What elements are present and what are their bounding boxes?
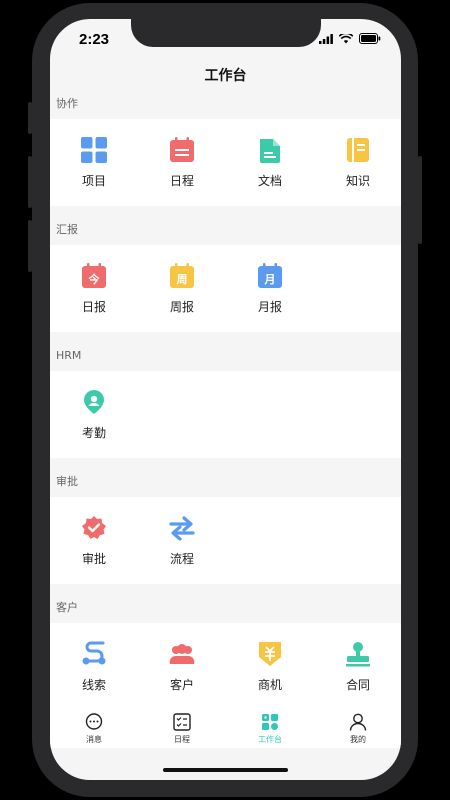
tab-workbench[interactable]: 工作台: [226, 708, 314, 748]
battery-icon: [359, 33, 381, 44]
svg-text:月: 月: [264, 273, 276, 286]
calendar-icon: [170, 137, 194, 162]
section-collaboration: 项目 日程 文档 知识: [50, 119, 401, 206]
approval-badge-icon: [82, 516, 106, 539]
grid-item-label: 线索: [81, 678, 106, 692]
message-icon: [85, 713, 103, 730]
grid-icon: [81, 137, 107, 163]
grid-item-label: 知识: [345, 174, 370, 188]
grid-item-label: 项目: [81, 174, 106, 188]
grid-item-label: 日报: [81, 300, 106, 314]
grid-item-label: 周报: [169, 300, 194, 314]
status-time: 2:23: [79, 31, 110, 48]
grid-item-label: 考勤: [81, 426, 106, 440]
grid-item-label: 文档: [257, 174, 282, 188]
grid-item-label: 客户: [169, 678, 194, 692]
tab-label: 我的: [350, 735, 366, 744]
workbench-icon: [262, 714, 278, 730]
grid-item-label: 流程: [169, 552, 194, 566]
leads-icon: [82, 641, 106, 665]
svg-text:今: 今: [88, 272, 101, 286]
grid-item-weekly-report[interactable]: 周 周报: [138, 245, 226, 332]
notch: [131, 19, 321, 47]
location-pin-icon: [84, 390, 104, 414]
section-hrm: 考勤: [50, 371, 401, 458]
section-header-approval: 审批: [56, 475, 78, 488]
grid-item-label: 审批: [81, 552, 106, 566]
daily-report-icon: 今: [82, 263, 106, 288]
mute-switch: [28, 102, 32, 134]
grid-item-knowledge[interactable]: 知识: [314, 119, 401, 206]
power-button: [418, 156, 422, 244]
document-icon: [260, 139, 280, 163]
svg-text:周: 周: [177, 273, 188, 286]
grid-item-label: 月报: [257, 300, 282, 314]
grid-item-label: 日程: [169, 174, 194, 188]
customers-icon: [169, 644, 195, 664]
grid-item-schedule[interactable]: 日程: [138, 119, 226, 206]
opportunity-icon: [259, 642, 281, 666]
checklist-icon: [173, 713, 191, 731]
notebook-icon: [347, 138, 369, 162]
grid-item-label: 商机: [257, 678, 282, 692]
stamp-icon: [346, 642, 370, 667]
tab-label: 消息: [86, 735, 102, 744]
grid-item-opportunity[interactable]: 商机: [226, 623, 314, 710]
section-header-reports: 汇报: [56, 223, 78, 236]
nav-bar: 工作台: [50, 63, 401, 93]
monthly-report-icon: 月: [258, 263, 282, 288]
tab-label: 工作台: [258, 735, 282, 744]
tab-bar: 消息 日程 工作台 我的: [50, 708, 401, 748]
wifi-icon: [339, 33, 353, 43]
app-screen: 2:23 工作台 协作 项目 日程 文档 知识 汇报 今 日报 周 周报 月 月…: [50, 19, 401, 780]
tab-profile[interactable]: 我的: [314, 708, 401, 748]
grid-item-label: 合同: [345, 678, 370, 692]
section-header-collaboration: 协作: [56, 97, 78, 110]
flow-arrows-icon: [169, 516, 195, 541]
section-reports: 今 日报 周 周报 月 月报: [50, 245, 401, 332]
grid-item-customers[interactable]: 客户: [138, 623, 226, 710]
section-approval: 审批 流程: [50, 497, 401, 584]
weekly-report-icon: 周: [170, 263, 194, 288]
tab-label: 日程: [174, 735, 190, 744]
grid-item-daily-report[interactable]: 今 日报: [50, 245, 138, 332]
grid-item-documents[interactable]: 文档: [226, 119, 314, 206]
tab-schedule[interactable]: 日程: [138, 708, 226, 748]
home-indicator[interactable]: [163, 768, 288, 772]
profile-icon: [349, 713, 367, 731]
grid-item-leads[interactable]: 线索: [50, 623, 138, 710]
section-customers: 线索 客户 商机 合同: [50, 623, 401, 710]
signal-icon: [319, 33, 333, 44]
grid-item-approval[interactable]: 审批: [50, 497, 138, 584]
volume-down-button: [28, 220, 32, 272]
tab-messages[interactable]: 消息: [50, 708, 138, 748]
grid-item-monthly-report[interactable]: 月 月报: [226, 245, 314, 332]
grid-item-workflow[interactable]: 流程: [138, 497, 226, 584]
grid-item-attendance[interactable]: 考勤: [50, 371, 138, 458]
volume-up-button: [28, 156, 32, 208]
section-header-hrm: HRM: [56, 349, 82, 362]
page-title: 工作台: [204, 68, 247, 84]
section-header-customers: 客户: [56, 601, 78, 614]
grid-item-project[interactable]: 项目: [50, 119, 138, 206]
grid-item-contract[interactable]: 合同: [314, 623, 401, 710]
